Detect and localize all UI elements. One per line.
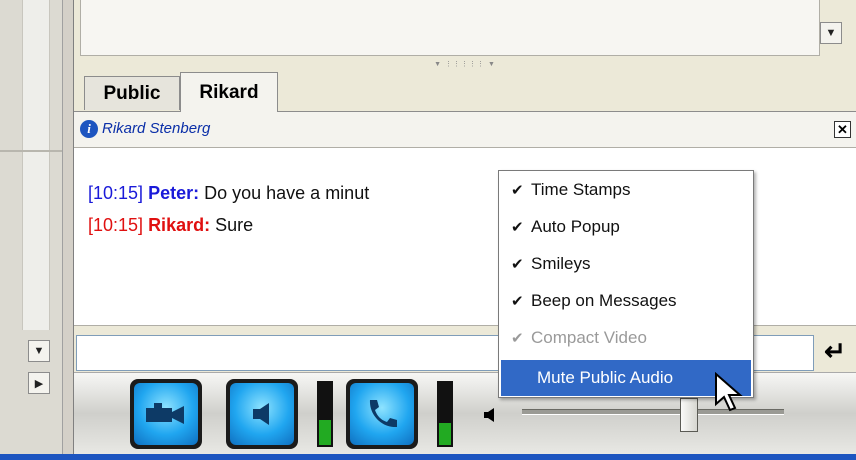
- vertical-splitter[interactable]: [62, 0, 74, 460]
- menu-item-label: Smileys: [531, 254, 591, 273]
- scroll-right-button[interactable]: ▶: [28, 372, 50, 394]
- menu-item-auto-popup[interactable]: ✔ Auto Popup: [501, 209, 751, 245]
- video-button[interactable]: [130, 379, 202, 449]
- menu-item-label: Beep on Messages: [531, 291, 677, 310]
- message-text: Sure: [215, 215, 254, 235]
- top-scroll-down-button[interactable]: ▼: [820, 22, 842, 44]
- speaker-icon: [253, 403, 269, 425]
- checkmark-icon: ✔: [511, 293, 524, 310]
- contact-name[interactable]: Rikard Stenberg: [102, 120, 210, 137]
- phone-icon: [369, 400, 397, 428]
- tab-rikard[interactable]: Rikard: [180, 72, 278, 112]
- scroll-down-button[interactable]: ▼: [28, 340, 50, 362]
- menu-item-label: Mute Public Audio: [537, 368, 674, 387]
- message-timestamp: [10:15]: [88, 183, 144, 203]
- audio-button[interactable]: [226, 379, 298, 449]
- checkmark-icon: ✔: [511, 256, 524, 273]
- message-timestamp: [10:15]: [88, 215, 144, 235]
- horizontal-splitter-grip[interactable]: ▼ ⋮⋮⋮⋮⋮ ▼: [430, 60, 500, 68]
- close-tab-button[interactable]: ✕: [834, 121, 851, 138]
- menu-item-compact-video: ✔ Compact Video: [501, 320, 751, 356]
- mouse-cursor-icon: [715, 372, 743, 412]
- menu-item-time-stamps[interactable]: ✔ Time Stamps: [501, 172, 751, 208]
- message-text: Do you have a minut: [204, 183, 370, 203]
- left-pane-strip: [22, 0, 50, 330]
- menu-item-label: Time Stamps: [531, 180, 631, 199]
- chat-message: [10:15] Peter: Do you have a minut: [88, 183, 369, 204]
- audio-level-meter: [317, 381, 333, 447]
- message-user: Peter:: [148, 183, 200, 203]
- call-button[interactable]: [346, 379, 418, 449]
- level-fill: [319, 420, 331, 445]
- level-fill: [439, 423, 451, 445]
- video-camera-icon: [146, 403, 184, 424]
- menu-item-label: Auto Popup: [531, 217, 620, 236]
- message-user: Rikard:: [148, 215, 211, 235]
- checkmark-icon: ✔: [511, 182, 524, 199]
- call-level-meter: [437, 381, 453, 447]
- status-bar: [0, 454, 856, 460]
- tab-public[interactable]: Public: [84, 76, 180, 110]
- top-pane-content: [80, 0, 820, 56]
- volume-icon: [484, 408, 494, 422]
- menu-item-smileys[interactable]: ✔ Smileys: [501, 246, 751, 282]
- checkmark-icon: ✔: [511, 219, 524, 236]
- checkmark-icon: ✔: [511, 330, 524, 347]
- left-pane-divider: [0, 150, 62, 152]
- menu-item-beep-on-messages[interactable]: ✔ Beep on Messages: [501, 283, 751, 319]
- menu-item-label: Compact Video: [531, 328, 647, 347]
- info-icon: i: [80, 120, 98, 138]
- volume-slider-thumb[interactable]: [680, 398, 698, 432]
- volume-slider-track[interactable]: [522, 409, 784, 415]
- send-enter-icon[interactable]: ↵: [818, 336, 852, 366]
- chat-message: [10:15] Rikard: Sure: [88, 215, 253, 236]
